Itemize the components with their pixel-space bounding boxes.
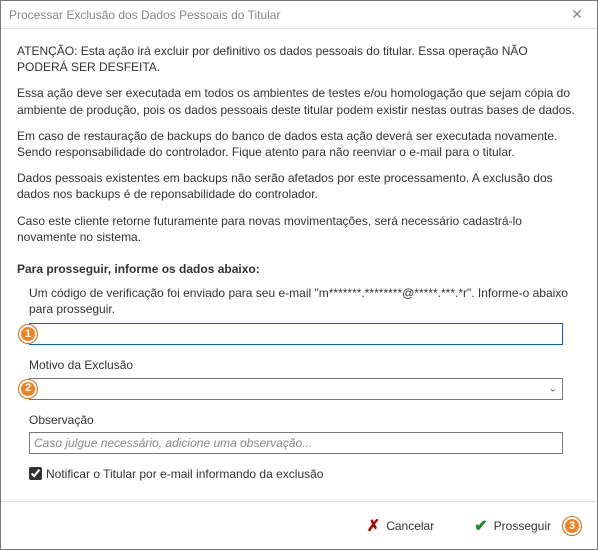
button-bar: ✗ Cancelar ✔ Prosseguir 3 bbox=[1, 501, 597, 549]
warning-text-3: Em caso de restauração de backups do ban… bbox=[17, 128, 581, 160]
observation-field-row bbox=[17, 432, 581, 454]
code-prompt: Um código de verificação foi enviado par… bbox=[17, 285, 581, 317]
warning-text-1: ATENÇÃO: Esta ação irá excluir por defin… bbox=[17, 43, 581, 75]
observation-input[interactable] bbox=[29, 432, 563, 454]
notify-label: Notificar o Titular por e-mail informand… bbox=[46, 466, 323, 482]
proceed-label: Prosseguir bbox=[494, 519, 551, 533]
window-title: Processar Exclusão dos Dados Pessoais do… bbox=[9, 8, 565, 22]
warning-text-2: Essa ação deve ser executada em todos os… bbox=[17, 85, 581, 117]
cancel-label: Cancelar bbox=[386, 519, 434, 533]
reason-select[interactable] bbox=[29, 378, 563, 400]
notify-checkbox-row: Notificar o Titular por e-mail informand… bbox=[17, 466, 581, 482]
titlebar: Processar Exclusão dos Dados Pessoais do… bbox=[1, 1, 597, 29]
proceed-button[interactable]: ✔ Prosseguir 3 bbox=[474, 516, 581, 536]
reason-label: Motivo da Exclusão bbox=[17, 357, 581, 373]
verification-code-input[interactable] bbox=[29, 323, 563, 345]
notify-checkbox[interactable] bbox=[29, 467, 42, 480]
dialog-window: Processar Exclusão dos Dados Pessoais do… bbox=[0, 0, 598, 550]
cancel-icon: ✗ bbox=[367, 516, 380, 536]
annotation-badge-2: 2 bbox=[19, 380, 37, 398]
warning-text-5: Caso este cliente retorne futuramente pa… bbox=[17, 213, 581, 245]
annotation-badge-3: 3 bbox=[563, 517, 581, 535]
warning-text-4: Dados pessoais existentes em backups não… bbox=[17, 170, 581, 202]
close-icon[interactable]: ✕ bbox=[565, 5, 589, 25]
observation-label: Observação bbox=[17, 412, 581, 428]
dialog-content: ATENÇÃO: Esta ação irá excluir por defin… bbox=[1, 29, 597, 501]
code-field-row: 1 bbox=[17, 323, 581, 345]
form-heading: Para prosseguir, informe os dados abaixo… bbox=[17, 261, 581, 277]
check-icon: ✔ bbox=[474, 516, 487, 536]
cancel-button[interactable]: ✗ Cancelar bbox=[367, 516, 434, 536]
reason-field-row: 2 ⌄ bbox=[17, 378, 581, 400]
